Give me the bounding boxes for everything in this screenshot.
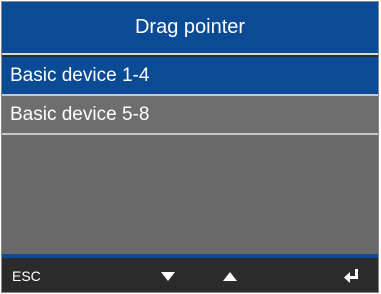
- enter-return-icon: [344, 269, 358, 283]
- esc-button-label: ESC: [12, 268, 41, 284]
- triangle-up-icon: [223, 271, 237, 281]
- menu-item-label: Basic device 1-4: [10, 64, 150, 86]
- menu-divider: [2, 133, 378, 135]
- menu-item-basic-device-5-8[interactable]: Basic device 5-8: [2, 96, 378, 133]
- esc-button[interactable]: ESC: [12, 258, 52, 292]
- page-title: Drag pointer: [134, 16, 246, 38]
- title-bar: Drag pointer: [2, 2, 378, 55]
- scroll-down-button[interactable]: [158, 258, 178, 292]
- scroll-up-button[interactable]: [220, 258, 240, 292]
- device-screen: Drag pointer Basic device 1-4 Basic devi…: [0, 0, 381, 294]
- menu-item-label: Basic device 5-8: [10, 103, 150, 125]
- softkey-bar: ESC: [2, 258, 378, 292]
- triangle-down-icon: [161, 271, 175, 281]
- display-frame: Drag pointer Basic device 1-4 Basic devi…: [1, 1, 379, 293]
- menu-item-basic-device-1-4[interactable]: Basic device 1-4: [2, 57, 378, 94]
- menu-list: Basic device 1-4 Basic device 5-8: [2, 57, 378, 254]
- enter-button[interactable]: [340, 258, 364, 292]
